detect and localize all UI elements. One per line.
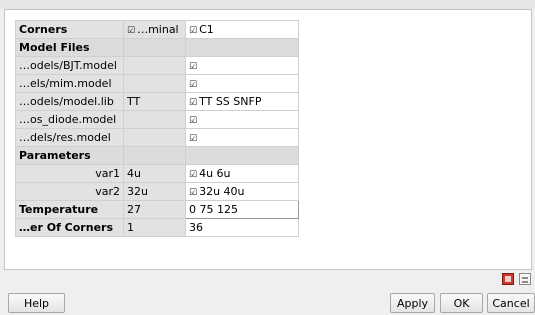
table-row-parameter: var1 4u ☑ 4u 6u (15, 164, 299, 183)
table-row-parameter: var2 32u ☑ 32u 40u (15, 182, 299, 201)
checkbox-icon[interactable]: ☑ (189, 170, 197, 180)
row-label: …dels/res.model (15, 128, 124, 147)
table-row-model-file: …dels/res.model ☑ (15, 128, 299, 147)
row-label: …els/mim.model (15, 74, 124, 93)
corner-cell[interactable]: ☑ (185, 128, 299, 147)
cell-value: …minal (137, 23, 179, 36)
checkbox-icon[interactable]: ☑ (189, 188, 197, 198)
corner-cell[interactable]: ☑ 4u 6u (185, 164, 299, 183)
row-label: Temperature (15, 200, 124, 219)
delete-icon[interactable] (502, 273, 514, 285)
nominal-cell[interactable] (123, 110, 186, 129)
cell-value: TT SS SNFP (199, 95, 262, 108)
section-label: Parameters (15, 146, 124, 165)
nominal-cell[interactable] (123, 128, 186, 147)
row-label: Corners (15, 20, 124, 39)
checkbox-icon[interactable]: ☑ (189, 134, 197, 144)
table-row-temperature: Temperature 27 0 75 125 (15, 200, 299, 219)
corner-cell[interactable]: ☑ (185, 74, 299, 93)
corner-cell[interactable]: ☑ TT SS SNFP (185, 92, 299, 111)
row-label: …os_diode.model (15, 110, 124, 129)
row-label: var1 (15, 164, 124, 183)
table-row-corner-count: …er Of Corners 1 36 (15, 218, 299, 237)
table-row-model-file: …odels/model.lib TT ☑ TT SS SNFP (15, 92, 299, 111)
cell-value: 4u 6u (199, 167, 231, 180)
corner-cell[interactable]: ☑ 32u 40u (185, 182, 299, 201)
section-cell (185, 38, 299, 57)
table-row-model-file: …os_diode.model ☑ (15, 110, 299, 129)
checkbox-icon[interactable]: ☑ (127, 26, 135, 36)
table-row-corners: Corners ☑ …minal ☑ C1 (15, 20, 299, 39)
nominal-cell[interactable]: TT (123, 92, 186, 111)
section-label: Model Files (15, 38, 124, 57)
cancel-button[interactable]: Cancel (487, 293, 535, 313)
row-label: …er Of Corners (15, 218, 124, 237)
help-button[interactable]: Help (8, 293, 65, 313)
apply-button[interactable]: Apply (390, 293, 435, 313)
checkbox-icon[interactable]: ☑ (189, 62, 197, 72)
top-strip (0, 0, 535, 9)
nominal-cell[interactable]: 4u (123, 164, 186, 183)
checkbox-icon[interactable]: ☑ (189, 26, 197, 36)
checkbox-icon[interactable]: ☑ (189, 116, 197, 126)
row-label: …odels/BJT.model (15, 56, 124, 75)
nominal-cell[interactable]: 27 (123, 200, 186, 219)
cell-value: C1 (199, 23, 214, 36)
list-icon[interactable] (519, 273, 531, 285)
row-label: var2 (15, 182, 124, 201)
corner-cell[interactable]: ☑ (185, 56, 299, 75)
temperature-input[interactable]: 0 75 125 (185, 200, 299, 219)
nominal-cell[interactable] (123, 74, 186, 93)
section-cell (123, 146, 186, 165)
corner-cell[interactable]: ☑ (185, 110, 299, 129)
table-tools (502, 273, 535, 287)
table-row-model-file: …odels/BJT.model ☑ (15, 56, 299, 75)
nominal-cell[interactable]: ☑ …minal (123, 20, 186, 39)
section-cell (123, 38, 186, 57)
checkbox-icon[interactable]: ☑ (189, 98, 197, 108)
corners-panel: Corners ☑ …minal ☑ C1 Model Files …odels/B… (4, 9, 532, 270)
nominal-cell[interactable] (123, 56, 186, 75)
cell-value: 32u 40u (199, 185, 245, 198)
corners-table: Corners ☑ …minal ☑ C1 Model Files …odels/B… (15, 20, 299, 237)
checkbox-icon[interactable]: ☑ (189, 80, 197, 90)
table-row-section: Parameters (15, 146, 299, 165)
ok-button[interactable]: OK (440, 293, 483, 313)
section-cell (185, 146, 299, 165)
nominal-cell: 1 (123, 218, 186, 237)
table-row-model-file: …els/mim.model ☑ (15, 74, 299, 93)
nominal-cell[interactable]: 32u (123, 182, 186, 201)
table-row-section: Model Files (15, 38, 299, 57)
corner-cell: 36 (185, 218, 299, 237)
corner-cell[interactable]: ☑ C1 (185, 20, 299, 39)
row-label: …odels/model.lib (15, 92, 124, 111)
